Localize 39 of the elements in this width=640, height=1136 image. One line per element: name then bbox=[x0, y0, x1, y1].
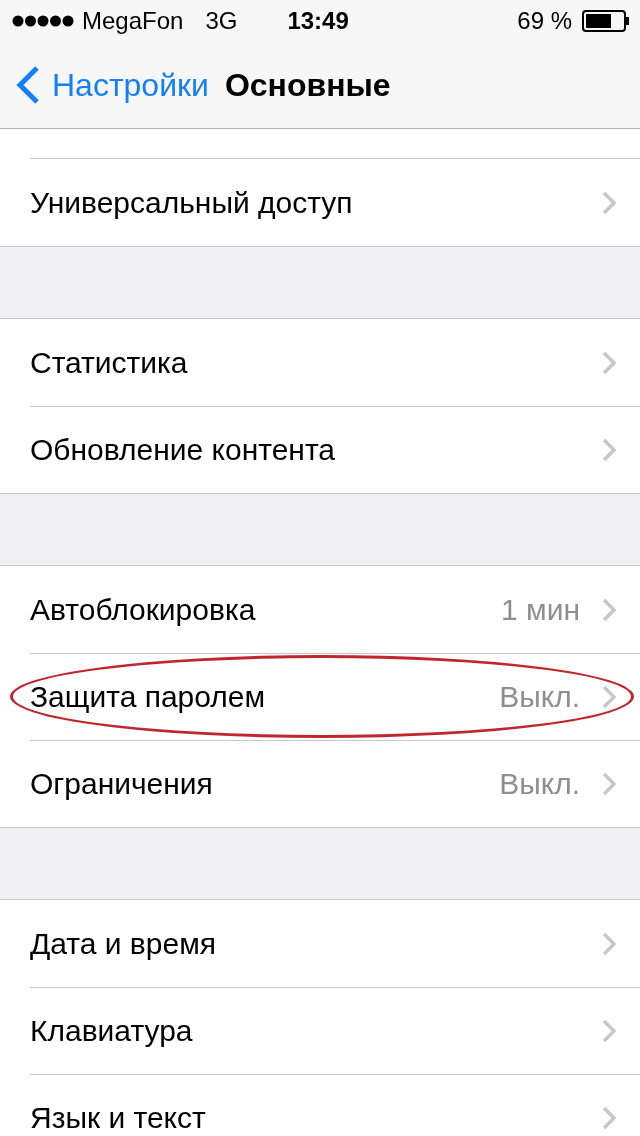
row-label: Статистика bbox=[30, 345, 189, 380]
chevron-icon bbox=[602, 597, 616, 622]
chevron-icon bbox=[602, 1018, 616, 1043]
settings-row[interactable]: Ограничения Выкл. bbox=[0, 740, 640, 827]
row-label: Автоблокировка bbox=[30, 592, 257, 627]
row-label: Ограничения bbox=[30, 766, 214, 801]
settings-row[interactable]: Обновление контента bbox=[0, 406, 640, 493]
row-label: Язык и текст bbox=[30, 1100, 207, 1135]
battery-icon bbox=[582, 10, 630, 32]
settings-row[interactable]: Универсальный доступ bbox=[0, 159, 640, 246]
chevron-icon bbox=[602, 931, 616, 956]
carrier-name: MegaFon bbox=[82, 7, 184, 35]
settings-row[interactable]: Язык и текст bbox=[0, 1074, 640, 1136]
status-time: 13:49 bbox=[287, 7, 349, 35]
nav-title: Основные bbox=[224, 66, 391, 104]
settings-row[interactable]: Статистика bbox=[0, 319, 640, 406]
back-chevron-icon bbox=[16, 65, 40, 105]
row-value: Выкл. bbox=[499, 766, 580, 801]
row-label: Клавиатура bbox=[30, 1013, 194, 1048]
row-label: Дата и время bbox=[30, 926, 218, 961]
battery-percent: 69 % bbox=[517, 7, 572, 35]
settings-row[interactable]: Автоблокировка 1 мин bbox=[0, 566, 640, 653]
chevron-icon bbox=[602, 350, 616, 375]
network-type: 3G bbox=[205, 7, 238, 35]
row-label: Защита паролем bbox=[30, 679, 267, 714]
chevron-icon bbox=[602, 437, 616, 462]
row-value: 1 мин bbox=[501, 592, 580, 627]
chevron-icon bbox=[602, 771, 616, 796]
settings-row[interactable]: Защита паролем Выкл. bbox=[0, 653, 640, 740]
chevron-icon bbox=[602, 1105, 616, 1130]
settings-row[interactable]: Клавиатура bbox=[0, 987, 640, 1074]
back-button[interactable]: Настройки bbox=[16, 65, 209, 105]
settings-row[interactable]: Дата и время bbox=[0, 900, 640, 987]
row-label: Обновление контента bbox=[30, 432, 336, 467]
signal-icon bbox=[12, 15, 74, 27]
row-value: Выкл. bbox=[499, 679, 580, 714]
chevron-icon bbox=[602, 684, 616, 709]
row-label: Универсальный доступ bbox=[30, 185, 354, 220]
chevron-icon bbox=[602, 190, 616, 215]
